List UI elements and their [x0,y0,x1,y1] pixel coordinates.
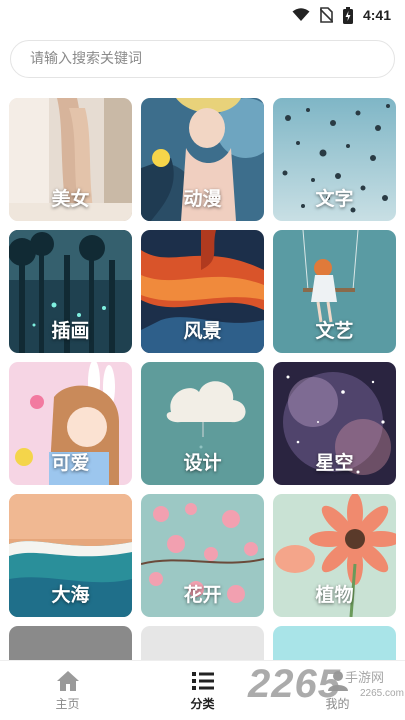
category-grid: 美女 动漫 文字 插画 风景 文艺 可爱 设计 星空 大海 花开 植物 [9,98,397,617]
category-label: 设计 [183,452,222,474]
no-sim-icon [319,7,333,23]
category-tile-scenery[interactable]: 风景 [141,230,264,353]
category-label: 可爱 [51,452,90,474]
list-icon [191,671,214,690]
category-label: 文艺 [315,320,354,342]
nav-mine-label: 我的 [325,696,350,711]
category-tile-plants[interactable]: 植物 [273,494,396,617]
nav-home-label: 主页 [55,696,80,711]
search-input[interactable] [28,50,394,68]
category-label: 动漫 [183,188,222,210]
category-label: 风景 [183,320,222,342]
category-tile-cute[interactable]: 可爱 [9,362,132,485]
nav-category-label: 分类 [190,696,215,711]
category-tile-illustration[interactable]: 插画 [9,230,132,353]
category-tile-design[interactable]: 设计 [141,362,264,485]
category-label: 星空 [315,452,354,474]
nav-home[interactable]: 主页 [0,661,135,720]
bottom-nav: 主页 分类 我的 [0,660,405,720]
category-label: 美女 [51,188,90,210]
category-tile-anime[interactable]: 动漫 [141,98,264,221]
category-tile-text[interactable]: 文字 [273,98,396,221]
category-label: 植物 [315,584,354,606]
category-label: 花开 [183,584,222,606]
search-bar[interactable] [10,40,395,78]
category-tile-blossom[interactable]: 花开 [141,494,264,617]
nav-category[interactable]: 分类 [135,661,270,720]
battery-charging-icon [342,6,353,24]
status-time: 4:41 [362,7,391,23]
nav-mine[interactable]: 我的 [270,661,405,720]
category-label: 文字 [315,188,354,210]
category-tile-beauty[interactable]: 美女 [9,98,132,221]
category-label: 大海 [51,584,90,606]
home-icon [56,670,79,691]
category-tile-sea[interactable]: 大海 [9,494,132,617]
wifi-icon [292,8,310,21]
status-bar: 4:41 [0,0,405,30]
person-icon [327,670,348,691]
category-label: 插画 [51,320,90,342]
category-tile-starry-sky[interactable]: 星空 [273,362,396,485]
category-tile-artsy[interactable]: 文艺 [273,230,396,353]
